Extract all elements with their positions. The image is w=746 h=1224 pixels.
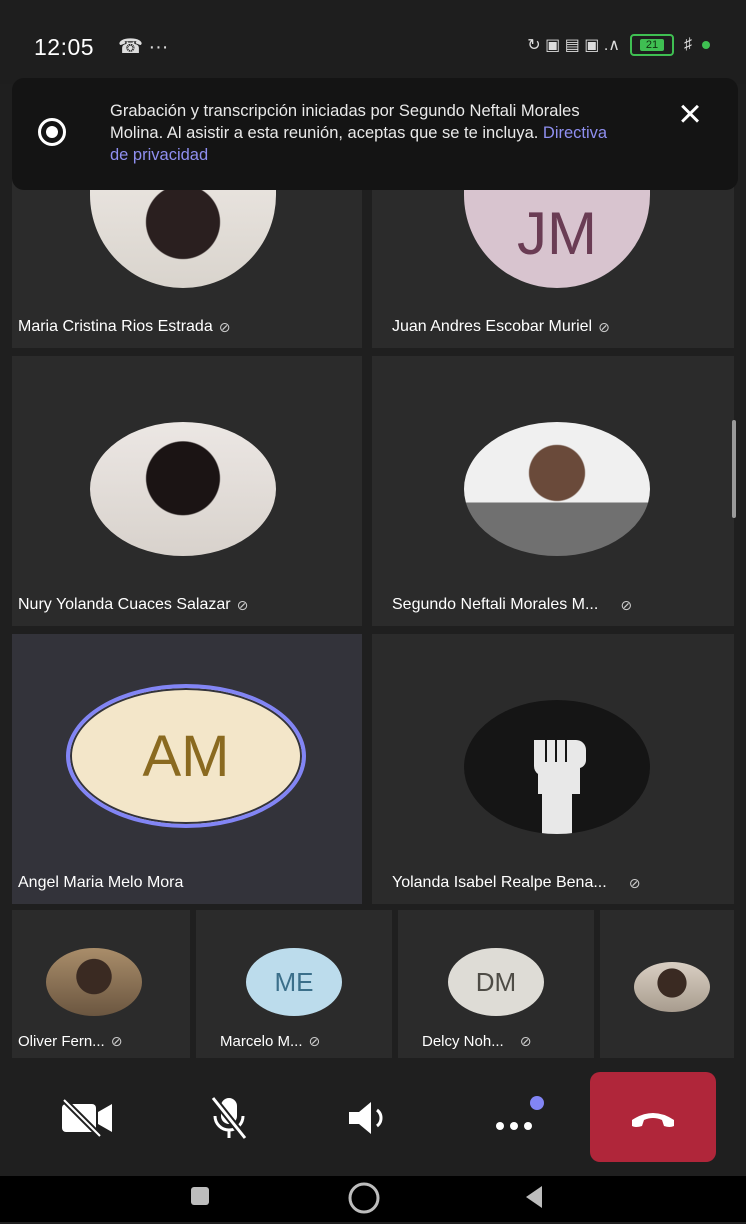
participant-tile[interactable]: JM Juan Andres Escobar Muriel ⊘ [372, 170, 734, 348]
participant-name: Juan Andres Escobar Muriel [392, 318, 593, 335]
participant-tile-small[interactable]: ME Marcelo M... ⊘ [196, 910, 392, 1058]
square-icon [191, 1187, 209, 1205]
mic-off-icon: ⊘ [110, 1033, 123, 1049]
status-dot-icon [702, 41, 710, 49]
mic-off-icon: ⊘ [218, 318, 231, 335]
mic-off-icon: ⊘ [598, 318, 610, 335]
participant-name-row: Juan Andres Escobar Muriel ⊘ [392, 318, 610, 336]
mic-off-icon: ⊘ [628, 874, 641, 891]
mic-off-icon: ⊘ [620, 596, 633, 613]
circle-icon [348, 1182, 380, 1214]
recents-button[interactable] [186, 1182, 214, 1218]
participant-name-row: Yolanda Isabel Realpe Bena... ⊘ [392, 874, 640, 892]
participant-tile[interactable]: Maria Cristina Rios Estrada ⊘ [12, 170, 362, 348]
charging-icon: ♯ [684, 36, 692, 53]
mic-off-icon: ⊘ [519, 1033, 532, 1049]
mic-off-icon: ⊘ [308, 1033, 321, 1049]
participant-name: Oliver Fern... [18, 1033, 105, 1050]
participant-name: Angel Maria Melo Mora [18, 874, 184, 891]
participant-tile-small[interactable]: DM Delcy Noh... ⊘ [398, 910, 594, 1058]
speaker-button[interactable] [338, 1088, 400, 1148]
participant-avatar [634, 962, 710, 1012]
signal-icons: ↻ ▣ ▤ ▣ .∧ [527, 37, 620, 54]
participant-tile-small[interactable]: Oliver Fern... ⊘ [12, 910, 190, 1058]
participant-avatar [464, 700, 650, 834]
call-controls [0, 1058, 746, 1176]
participant-tile[interactable]: Yolanda Isabel Realpe Bena... ⊘ [372, 634, 734, 904]
more-options-button[interactable] [486, 1088, 548, 1148]
status-bar: 12:05 ☎ ··· ↻ ▣ ▤ ▣ .∧ 21 ♯ [0, 0, 746, 84]
avatar-initials: ME [274, 966, 314, 997]
recording-message: Grabación y transcripción iniciadas por … [110, 100, 630, 166]
participant-name-row: Oliver Fern... ⊘ [18, 1033, 122, 1050]
participant-tile[interactable]: Segundo Neftali Morales M... ⊘ [372, 356, 734, 626]
avatar-initials: AM [142, 723, 230, 789]
participant-tile-small[interactable] [600, 910, 734, 1058]
android-nav-bar [0, 1176, 746, 1222]
speaker-icon [349, 1102, 383, 1134]
camera-off-button[interactable] [56, 1088, 118, 1148]
recording-banner: Grabación y transcripción iniciadas por … [12, 78, 738, 190]
participant-name: Delcy Noh... [422, 1033, 504, 1050]
end-call-icon [632, 1113, 674, 1127]
participant-avatar: AM [66, 684, 306, 828]
participant-tile[interactable]: AM Angel Maria Melo Mora [12, 634, 362, 904]
participant-avatar: JM [464, 178, 650, 288]
battery-icon: 21 [630, 34, 674, 56]
participant-name-row: Maria Cristina Rios Estrada ⊘ [18, 318, 230, 336]
mic-off-icon: ⊘ [236, 596, 249, 613]
end-call-button[interactable] [590, 1072, 716, 1162]
notification-badge [530, 1096, 544, 1110]
participant-avatar [90, 178, 276, 288]
participant-name: Maria Cristina Rios Estrada [18, 318, 213, 335]
participant-avatar: DM [448, 948, 544, 1016]
participant-name-row: Angel Maria Melo Mora [18, 874, 183, 892]
mic-off-button[interactable] [198, 1088, 260, 1148]
system-icons: ↻ ▣ ▤ ▣ .∧ 21 ♯ [527, 34, 710, 56]
participant-name-row: Marcelo M... ⊘ [220, 1033, 320, 1050]
participant-avatar: ME [246, 948, 342, 1016]
participant-avatar [46, 948, 142, 1016]
participant-avatar [90, 422, 276, 556]
participant-tile[interactable]: Nury Yolanda Cuaces Salazar ⊘ [12, 356, 362, 626]
participant-name: Marcelo M... [220, 1033, 303, 1050]
participant-name-row: Segundo Neftali Morales M... ⊘ [392, 596, 632, 614]
participant-name: Segundo Neftali Morales M... [392, 596, 599, 613]
recording-text: Grabación y transcripción iniciadas por … [110, 102, 580, 142]
scrollbar[interactable] [732, 420, 736, 518]
avatar-initials: DM [475, 966, 517, 997]
participant-name-row: Nury Yolanda Cuaces Salazar ⊘ [18, 596, 248, 614]
camera-off-icon [61, 1098, 112, 1138]
participant-name: Yolanda Isabel Realpe Bena... [392, 874, 607, 891]
participant-name: Nury Yolanda Cuaces Salazar [18, 596, 231, 613]
notification-icons: ☎ ··· [118, 36, 169, 58]
battery-level: 21 [639, 39, 665, 51]
participant-avatar [464, 422, 650, 556]
raised-fist-icon [534, 740, 587, 834]
avatar-initials: JM [517, 199, 597, 267]
back-button[interactable] [520, 1182, 550, 1220]
mic-off-icon [210, 1095, 248, 1141]
recording-icon [38, 118, 66, 146]
back-triangle-icon [526, 1186, 542, 1208]
status-time: 12:05 [34, 34, 95, 60]
close-icon[interactable]: × [670, 94, 710, 136]
participant-name-row: Delcy Noh... ⊘ [422, 1033, 531, 1050]
home-button[interactable] [344, 1180, 384, 1224]
